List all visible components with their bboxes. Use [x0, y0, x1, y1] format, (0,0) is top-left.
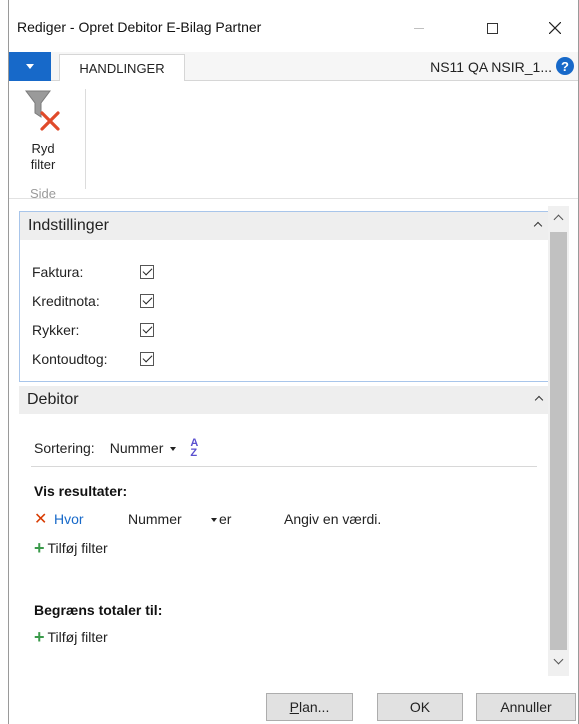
- field-rykker: Rykker:: [32, 319, 154, 341]
- fasttab-indstillinger-title: Indstillinger: [28, 217, 109, 234]
- limit-totals-title: Begræns totaler til:: [34, 602, 163, 618]
- minimize-icon: [414, 27, 424, 29]
- clear-filter-label-line2: filter: [30, 157, 56, 172]
- sort-field-dropdown[interactable]: Nummer: [110, 440, 177, 456]
- divider: [31, 466, 537, 467]
- clear-filter-icon: [25, 90, 60, 131]
- cancel-button[interactable]: Annuller: [476, 693, 576, 721]
- minimize-button[interactable]: [396, 12, 442, 44]
- page-content: Indstillinger Faktura: Kreditnota: Rykke…: [9, 206, 578, 676]
- close-icon: [549, 22, 561, 34]
- vertical-scrollbar[interactable]: [548, 206, 569, 676]
- field-label: Kreditnota:: [32, 293, 100, 309]
- application-menu-button[interactable]: [9, 52, 51, 81]
- ribbon-group-separator: [85, 89, 86, 189]
- filter-value-input[interactable]: Angiv en værdi.: [284, 511, 381, 527]
- ok-button[interactable]: OK: [377, 693, 463, 721]
- fasttab-debitor-title: Debitor: [27, 391, 79, 408]
- close-button[interactable]: [532, 12, 578, 44]
- dialog-footer: Plan... OK Annuller: [9, 688, 578, 724]
- sort-icon-bottom: Z: [190, 447, 198, 459]
- results-title: Vis resultater:: [34, 483, 128, 499]
- field-label: Rykker:: [32, 322, 80, 338]
- tab-handlinger[interactable]: HANDLINGER: [59, 54, 185, 82]
- field-label: Kontoudtog:: [32, 351, 108, 367]
- remove-filter-icon[interactable]: ✕: [34, 511, 47, 529]
- field-kreditnota: Kreditnota:: [32, 290, 154, 312]
- scroll-down-icon[interactable]: [553, 654, 564, 665]
- sort-label: Sortering:: [34, 440, 95, 456]
- kontoudtog-checkbox[interactable]: [140, 352, 154, 366]
- plan-button[interactable]: Plan...: [266, 693, 353, 721]
- chevron-up-icon: [534, 395, 544, 405]
- scrollbar-thumb[interactable]: [550, 232, 567, 650]
- help-icon[interactable]: ?: [556, 57, 574, 75]
- clear-filter-label: Ryd filter: [13, 141, 73, 173]
- filter-operator: er: [219, 511, 232, 527]
- maximize-icon: [486, 22, 498, 34]
- sort-direction-icon[interactable]: A Z: [190, 438, 198, 459]
- kreditnota-checkbox[interactable]: [140, 294, 154, 308]
- add-filter-link[interactable]: + Tilføj filter: [34, 538, 108, 558]
- fasttab-debitor: Debitor: [19, 386, 552, 414]
- plus-icon: +: [34, 627, 45, 647]
- add-filter-label: Tilføj filter: [47, 629, 108, 645]
- window-title: Rediger - Opret Debitor E-Bilag Partner: [17, 19, 262, 35]
- fasttab-indstillinger: Indstillinger Faktura: Kreditnota: Rykke…: [19, 211, 552, 382]
- filter-where-label: Hvor: [54, 511, 84, 527]
- company-name[interactable]: NS11 QA NSIR_1...: [430, 59, 552, 75]
- field-label: Faktura:: [32, 264, 84, 280]
- title-bar: Rediger - Opret Debitor E-Bilag Partner: [9, 0, 578, 52]
- field-kontoudtog: Kontoudtog:: [32, 348, 154, 370]
- add-filter-label: Tilføj filter: [47, 540, 108, 556]
- field-faktura: Faktura:: [32, 261, 154, 283]
- faktura-checkbox[interactable]: [140, 265, 154, 279]
- dropdown-arrow-icon: [211, 518, 217, 522]
- plus-icon: +: [34, 538, 45, 558]
- filter-field-dropdown[interactable]: Nummer: [128, 511, 182, 527]
- ribbon-group-label: Side: [29, 186, 57, 201]
- plan-button-mnemonic: P: [289, 699, 299, 715]
- scroll-up-icon[interactable]: [553, 214, 564, 225]
- ribbon-body: Ryd filter Side: [9, 81, 578, 201]
- clear-filter-button[interactable]: Ryd filter Side: [13, 89, 81, 201]
- dropdown-arrow-icon: [26, 64, 34, 69]
- maximize-button[interactable]: [469, 12, 515, 44]
- filter-row: ✕ Hvor Nummer er Angiv en værdi.: [34, 511, 534, 531]
- sort-field-value: Nummer: [109, 440, 164, 456]
- fasttab-debitor-header[interactable]: Debitor: [19, 386, 552, 414]
- plan-button-label: lan...: [298, 699, 330, 715]
- sort-row: Sortering: Nummer A Z: [34, 438, 198, 459]
- clear-filter-label-line1: Ryd: [31, 141, 55, 156]
- dropdown-arrow-icon: [170, 447, 177, 452]
- rykker-checkbox[interactable]: [140, 323, 154, 337]
- ribbon-tabs: HANDLINGER NS11 QA NSIR_1... ?: [9, 52, 578, 82]
- fasttab-indstillinger-header[interactable]: Indstillinger: [20, 212, 551, 240]
- chevron-up-icon: [533, 221, 543, 231]
- add-total-filter-link[interactable]: + Tilføj filter: [34, 627, 108, 647]
